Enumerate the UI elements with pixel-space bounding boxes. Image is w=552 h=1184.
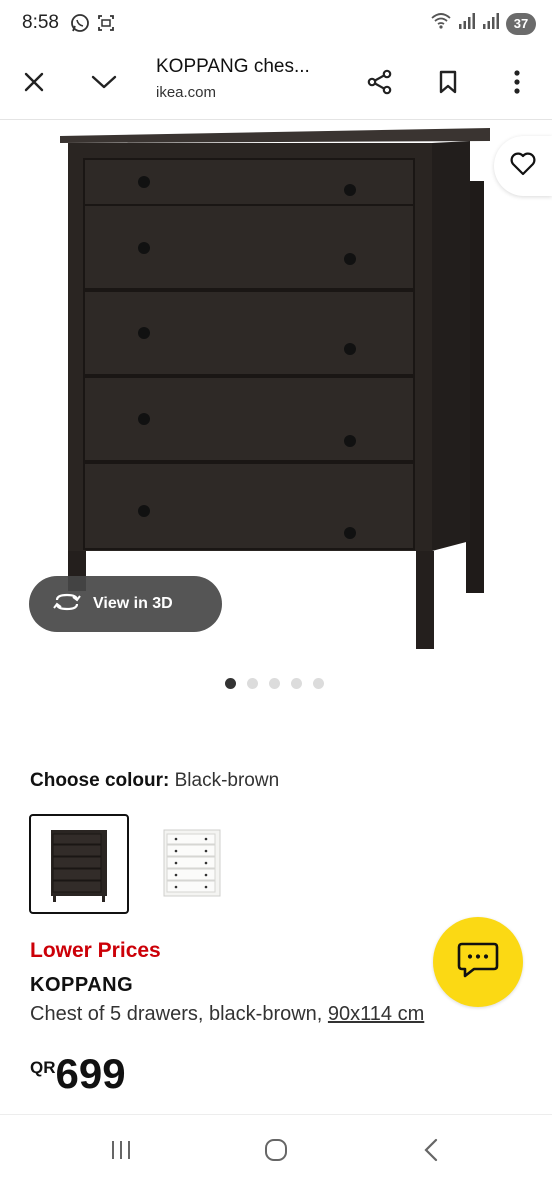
chat-button[interactable] xyxy=(433,917,523,1007)
wifi-icon xyxy=(430,12,452,35)
browser-toolbar: KOPPANG ches... ikea.com xyxy=(0,48,552,120)
colour-chooser-label: Choose colour: Black-brown xyxy=(30,770,279,792)
status-notification-icons xyxy=(70,13,116,38)
close-icon[interactable] xyxy=(14,62,54,102)
view-in-3d-label: View in 3D xyxy=(93,595,173,612)
screenshot-icon xyxy=(96,13,116,38)
system-navigation-bar xyxy=(0,1114,552,1184)
gallery-dot[interactable] xyxy=(269,678,280,689)
promo-label: Lower Prices xyxy=(30,939,161,962)
product-dimensions-link[interactable]: 90x114 cm xyxy=(328,1003,424,1025)
view-in-3d-button[interactable]: View in 3D xyxy=(29,576,222,632)
status-system-icons: 37 xyxy=(430,12,536,35)
gallery-dot[interactable] xyxy=(247,678,258,689)
selected-colour: Black-brown xyxy=(174,770,280,791)
favourite-button[interactable] xyxy=(494,136,552,196)
share-icon[interactable] xyxy=(360,62,400,102)
gallery-dot[interactable] xyxy=(313,678,324,689)
status-time: 8:58 xyxy=(22,12,59,33)
page-title-block[interactable]: KOPPANG ches... ikea.com xyxy=(156,56,346,101)
chevron-down-icon[interactable] xyxy=(84,62,124,102)
home-icon[interactable] xyxy=(256,1133,296,1167)
product-price: QR 699 xyxy=(30,1052,126,1096)
choose-colour-heading: Choose colour: xyxy=(30,770,170,791)
bookmark-icon[interactable] xyxy=(428,62,468,102)
signal-icon xyxy=(482,12,500,35)
price-currency: QR xyxy=(30,1058,56,1077)
more-vert-icon[interactable] xyxy=(497,62,537,102)
chat-icon xyxy=(456,940,500,985)
page-title: KOPPANG ches... xyxy=(156,56,310,77)
back-icon[interactable] xyxy=(411,1133,451,1167)
recent-apps-icon[interactable] xyxy=(101,1133,141,1167)
thumbnail-white xyxy=(163,829,221,897)
status-bar: 8:58 37 xyxy=(0,0,552,48)
heart-icon xyxy=(510,152,536,181)
battery-indicator: 37 xyxy=(506,12,536,35)
page-url: ikea.com xyxy=(156,84,217,101)
colour-swatch-white[interactable] xyxy=(142,814,242,914)
gallery-pagination xyxy=(225,678,324,689)
gallery-dot[interactable] xyxy=(291,678,302,689)
rotate-3d-icon xyxy=(53,592,81,617)
price-amount: 699 xyxy=(55,1050,126,1097)
whatsapp-icon xyxy=(70,13,90,38)
colour-swatch-black-brown[interactable] xyxy=(29,814,129,914)
signal-icon xyxy=(458,12,476,35)
product-description: Chest of 5 drawers, black-brown, 90x114 … xyxy=(30,1003,424,1026)
thumbnail-black-brown xyxy=(51,830,107,902)
product-name: KOPPANG xyxy=(30,974,134,996)
product-description-text: Chest of 5 drawers, black-brown, xyxy=(30,1003,323,1025)
gallery-dot[interactable] xyxy=(225,678,236,689)
